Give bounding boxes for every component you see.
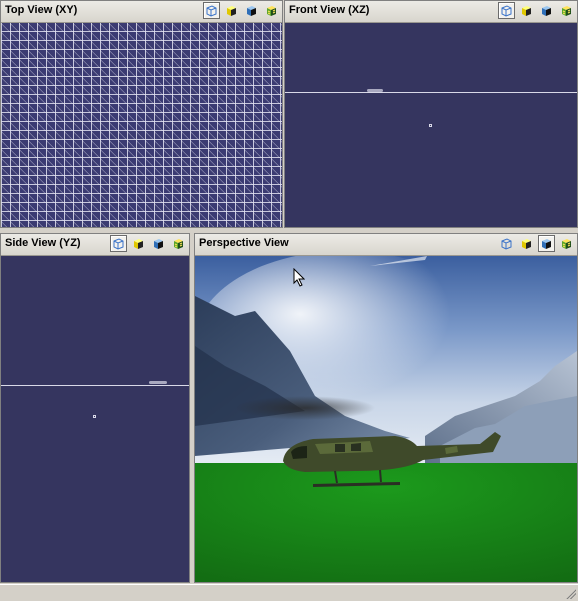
textured-cube-icon[interactable]: [558, 2, 575, 19]
top-view-title: Top View (XY): [5, 4, 78, 16]
perspective-scene: [195, 256, 577, 582]
top-view-canvas[interactable]: [1, 23, 282, 227]
perspective-view-canvas[interactable]: [195, 256, 577, 582]
front-view-header: Front View (XZ): [285, 1, 577, 23]
front-view-toolbar: [498, 2, 575, 19]
wireframe-cube-icon[interactable]: [203, 2, 220, 19]
flat-shaded-cube-icon[interactable]: [130, 235, 147, 252]
smooth-shaded-cube-icon[interactable]: [538, 235, 555, 252]
textured-cube-icon[interactable]: [558, 235, 575, 252]
top-view-pane: Top View (XY): [0, 0, 283, 228]
textured-cube-icon[interactable]: [170, 235, 187, 252]
ground-plane-line: [285, 92, 577, 93]
side-view-header: Side View (YZ): [1, 234, 189, 256]
wireframe-cube-icon[interactable]: [498, 2, 515, 19]
flat-shaded-cube-icon[interactable]: [518, 235, 535, 252]
smooth-shaded-cube-icon[interactable]: [150, 235, 167, 252]
perspective-view-title: Perspective View: [199, 237, 289, 249]
wireframe-cube-icon[interactable]: [110, 235, 127, 252]
front-view-pane: Front View (XZ): [284, 0, 578, 228]
smooth-shaded-cube-icon[interactable]: [243, 2, 260, 19]
camera-marker: [429, 124, 432, 127]
smooth-shaded-cube-icon[interactable]: [538, 2, 555, 19]
textured-cube-icon[interactable]: [263, 2, 280, 19]
helicopter-model-side: [149, 381, 167, 384]
front-view-title: Front View (XZ): [289, 4, 370, 16]
perspective-view-header: Perspective View: [195, 234, 577, 256]
side-view-toolbar: [110, 235, 187, 252]
flat-shaded-cube-icon[interactable]: [518, 2, 535, 19]
camera-marker: [93, 415, 96, 418]
wireframe-cube-icon[interactable]: [498, 235, 515, 252]
mouse-cursor-icon: [293, 267, 306, 290]
perspective-view-toolbar: [498, 235, 575, 252]
front-view-canvas[interactable]: [285, 23, 577, 227]
side-view-title: Side View (YZ): [5, 237, 81, 249]
flat-shaded-cube-icon[interactable]: [223, 2, 240, 19]
top-view-toolbar: [203, 2, 280, 19]
side-view-canvas[interactable]: [1, 256, 189, 582]
helicopter-model-front: [367, 89, 383, 92]
ground-plane-line: [1, 385, 189, 386]
status-bar: [0, 584, 578, 601]
side-view-pane: Side View (YZ): [0, 233, 190, 583]
perspective-view-pane: Perspective View: [194, 233, 578, 583]
top-view-header: Top View (XY): [1, 1, 282, 23]
resize-grip-icon[interactable]: [565, 588, 576, 599]
